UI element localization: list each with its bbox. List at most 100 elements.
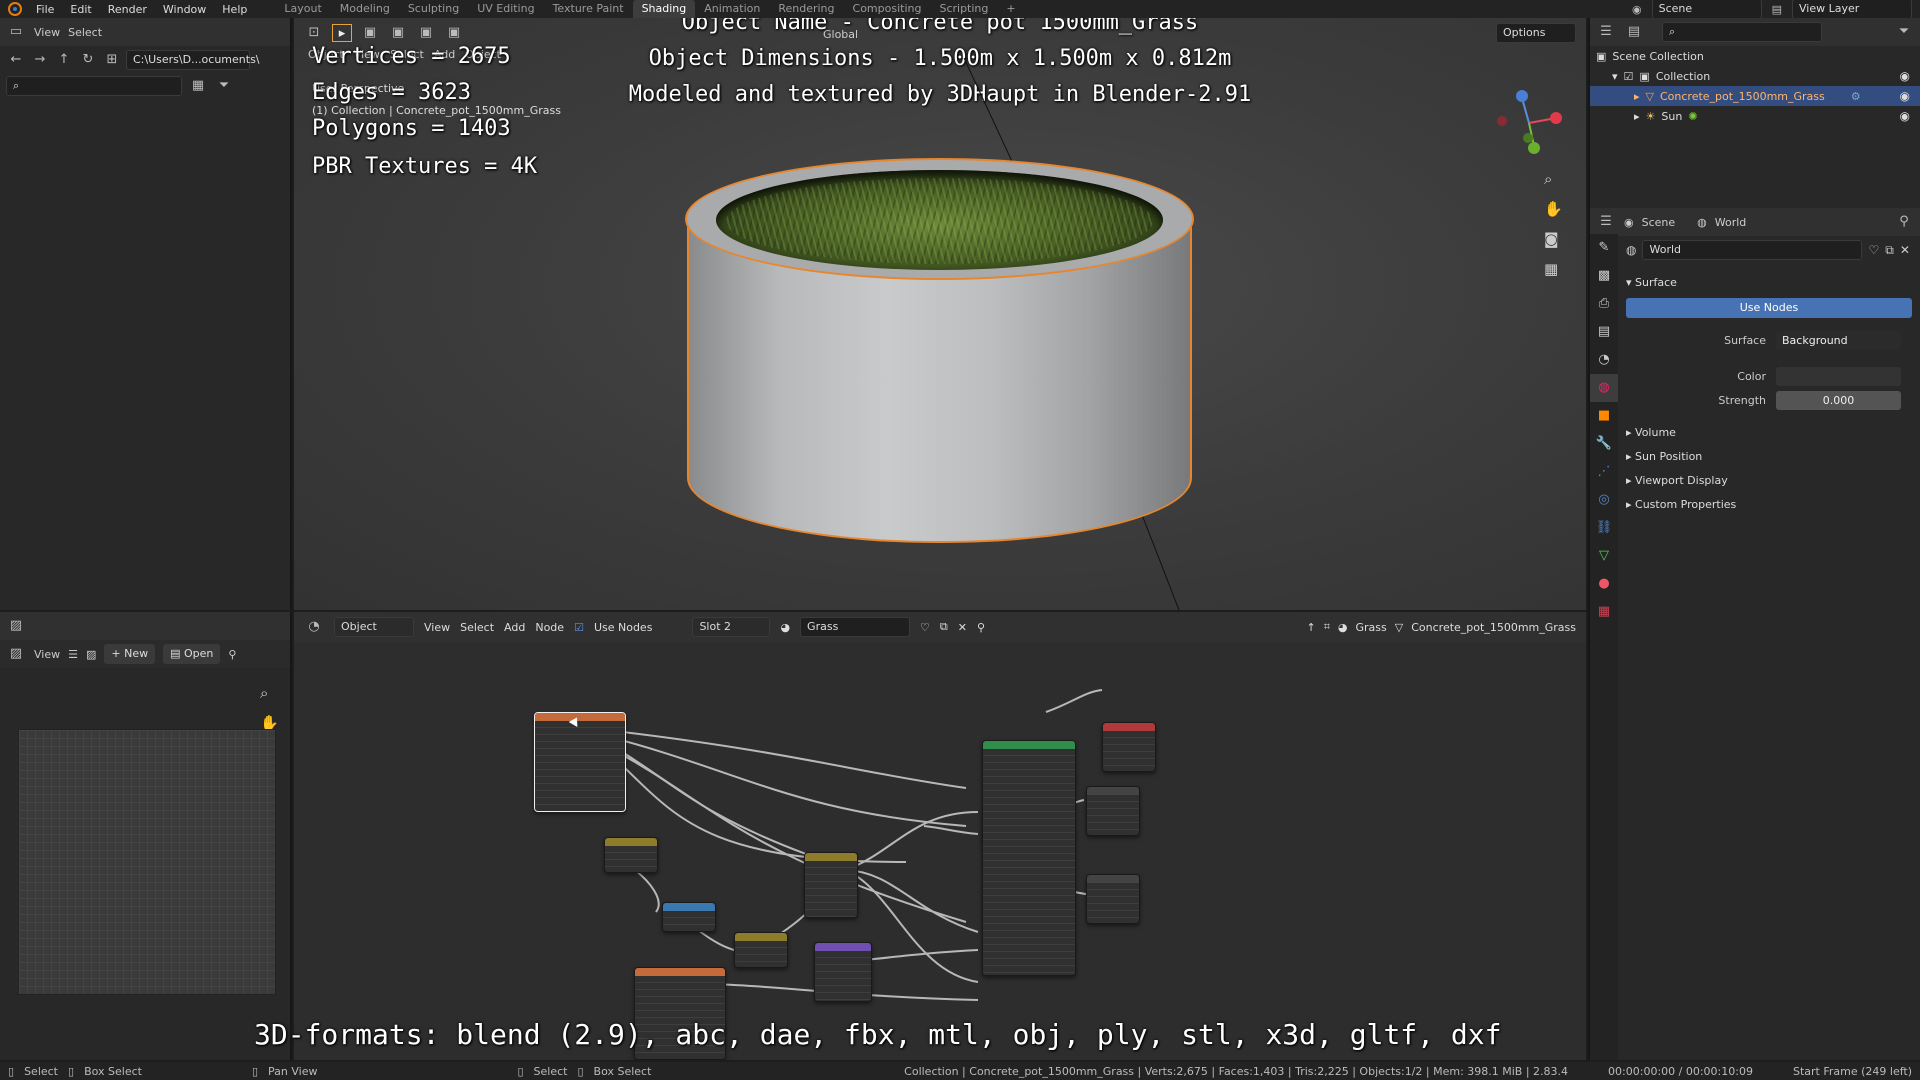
fake-user-icon[interactable]: ♡ xyxy=(1868,243,1879,257)
material-output-node-2[interactable] xyxy=(1086,786,1140,836)
tab-animation[interactable]: Animation xyxy=(695,0,769,18)
new-image-button[interactable]: + New xyxy=(104,644,156,664)
scene-tab-icon[interactable]: ◔ xyxy=(1590,346,1618,374)
tab-shading[interactable]: Shading xyxy=(632,0,696,18)
viewport-display-panel-header[interactable]: ▸ Viewport Display xyxy=(1626,468,1918,492)
outliner-row-sun[interactable]: ▸ ☀ Sun ✺ ◉ xyxy=(1590,106,1920,126)
editor-type-icon[interactable]: ☰ xyxy=(1596,213,1616,231)
visibility-eye-icon[interactable]: ◉ xyxy=(1900,109,1910,123)
add-workspace-icon[interactable]: + xyxy=(997,0,1024,18)
filter-icon[interactable]: ⏷ xyxy=(1894,23,1914,41)
image-canvas[interactable] xyxy=(18,729,276,995)
open-image-button[interactable]: ▤ Open xyxy=(163,644,221,664)
tab-rendering[interactable]: Rendering xyxy=(769,0,843,18)
image-mode-icon[interactable]: ▨ xyxy=(6,645,26,663)
mix-rgb-node[interactable] xyxy=(804,852,858,918)
strength-field[interactable]: 0.000 xyxy=(1776,390,1901,410)
tab-texture-paint[interactable]: Texture Paint xyxy=(544,0,633,18)
menu-window[interactable]: Window xyxy=(155,3,214,16)
view-layer-icon[interactable]: ▤ xyxy=(1772,3,1782,16)
material-tab-icon[interactable]: ● xyxy=(1590,570,1618,598)
expand-arrow-icon[interactable]: ▸ xyxy=(1634,110,1640,123)
menu-file[interactable]: File xyxy=(28,3,62,16)
outliner-row-scene-collection[interactable]: ▣ Scene Collection xyxy=(1590,46,1920,66)
back-arrow-icon[interactable]: ← xyxy=(6,51,26,69)
tab-compositing[interactable]: Compositing xyxy=(844,0,931,18)
material-output-node-3[interactable] xyxy=(1086,874,1140,924)
surface-shader-field[interactable]: Background xyxy=(1776,330,1901,350)
duplicate-icon[interactable]: ⧉ xyxy=(1885,243,1894,258)
outliner-row-pot[interactable]: ▸ ▽ Concrete_pot_1500mm_Grass ⚙ ◉ xyxy=(1590,86,1920,106)
display-mode-icon[interactable]: ▦ xyxy=(188,77,208,95)
outliner-row-collection[interactable]: ▾ ☑ ▣ Collection ◉ xyxy=(1590,66,1920,86)
new-folder-icon[interactable]: ⊞ xyxy=(102,51,122,69)
filebrowser-menu-view[interactable]: View xyxy=(34,26,60,39)
menu-help[interactable]: Help xyxy=(214,3,255,16)
breadcrumb-scene[interactable]: Scene xyxy=(1642,216,1676,229)
filter-icon[interactable]: ⏷ xyxy=(214,77,234,95)
expand-arrow-icon[interactable]: ▸ xyxy=(1634,90,1640,103)
particles-tab-icon[interactable]: ⋰ xyxy=(1590,458,1618,486)
gamma-node[interactable] xyxy=(734,932,788,968)
parent-directory-icon[interactable]: ↑ xyxy=(54,51,74,69)
constraints-tab-icon[interactable]: ⛓ xyxy=(1590,514,1618,542)
color-ramp-node[interactable] xyxy=(604,837,658,873)
scene-selector[interactable]: Scene xyxy=(1651,0,1762,19)
image-texture-node-grass[interactable] xyxy=(534,712,626,812)
pin-icon[interactable]: ⚲ xyxy=(1894,213,1914,231)
physics-tab-icon[interactable]: ◎ xyxy=(1590,486,1618,514)
pan-hand-icon[interactable]: ✋ xyxy=(1544,200,1563,218)
image-browse-icon[interactable]: ▨ xyxy=(86,648,96,661)
editor-type-icon[interactable]: ☰ xyxy=(1596,23,1616,41)
checkbox-icon[interactable]: ☑ xyxy=(1624,70,1634,83)
tool-tab-icon[interactable]: ✎ xyxy=(1590,234,1618,262)
scene-icon[interactable]: ◉ xyxy=(1632,3,1642,16)
shader-node-editor[interactable]: ◔ Object View Select Add Node ☑ Use Node… xyxy=(294,612,1586,1060)
normal-map-node[interactable] xyxy=(814,942,872,1002)
path-field[interactable]: C:\Users\D...ocuments\ xyxy=(126,50,260,70)
grid-perspective-icon[interactable]: ▦ xyxy=(1544,260,1563,278)
tab-uv-editing[interactable]: UV Editing xyxy=(468,0,543,18)
material-output-node-main[interactable] xyxy=(1102,722,1156,772)
blender-logo-icon[interactable] xyxy=(8,2,22,16)
zoom-icon[interactable]: ⌕ xyxy=(1544,170,1563,188)
image-menu-view[interactable]: View xyxy=(34,648,60,661)
view-layer-selector[interactable]: View Layer xyxy=(1792,0,1912,19)
world-name-field[interactable]: World xyxy=(1642,240,1863,260)
render-tab-icon[interactable]: ▩ xyxy=(1590,262,1618,290)
filebrowser-menu-select[interactable]: Select xyxy=(68,26,102,39)
tab-scripting[interactable]: Scripting xyxy=(930,0,997,18)
visibility-eye-icon[interactable]: ◉ xyxy=(1900,69,1910,83)
view-layer-tab-icon[interactable]: ▤ xyxy=(1590,318,1618,346)
data-tab-icon[interactable]: ▽ xyxy=(1590,542,1618,570)
custom-properties-panel-header[interactable]: ▸ Custom Properties xyxy=(1626,492,1918,516)
camera-icon[interactable]: ◙ xyxy=(1544,230,1563,248)
principled-bsdf-node[interactable] xyxy=(982,740,1076,976)
world-datablock-icon[interactable]: ◍ xyxy=(1626,243,1636,257)
outliner-search-input[interactable]: ⌕ xyxy=(1662,22,1822,42)
modifier-tab-icon[interactable]: 🔧 xyxy=(1590,430,1618,458)
separate-rgb-node[interactable] xyxy=(662,902,716,932)
menu-edit[interactable]: Edit xyxy=(62,3,99,16)
breadcrumb-world[interactable]: World xyxy=(1715,216,1747,229)
output-tab-icon[interactable]: ⎙ xyxy=(1590,290,1618,318)
navigation-gizmo[interactable] xyxy=(1494,88,1564,158)
zoom-icon[interactable]: ⌕ xyxy=(260,684,279,702)
refresh-icon[interactable]: ↻ xyxy=(78,51,98,69)
editor-type-icon[interactable]: ▭ xyxy=(6,23,26,41)
menu-render[interactable]: Render xyxy=(100,3,155,16)
world-tab-icon[interactable]: ◍ xyxy=(1590,374,1618,402)
hamburger-menu-icon[interactable]: ☰ xyxy=(68,648,78,661)
use-nodes-button[interactable]: Use Nodes xyxy=(1626,298,1912,318)
tab-modeling[interactable]: Modeling xyxy=(331,0,399,18)
editor-type-icon[interactable]: ▨ xyxy=(6,617,26,635)
texture-tab-icon[interactable]: ▦ xyxy=(1590,598,1618,626)
object-tab-icon[interactable]: ■ xyxy=(1590,402,1618,430)
unlink-icon[interactable]: ✕ xyxy=(1900,243,1910,257)
sun-position-panel-header[interactable]: ▸ Sun Position xyxy=(1626,444,1918,468)
tab-sculpting[interactable]: Sculpting xyxy=(399,0,468,18)
expand-arrow-icon[interactable]: ▾ xyxy=(1612,70,1618,83)
volume-panel-header[interactable]: ▸ Volume xyxy=(1626,420,1918,444)
color-swatch[interactable] xyxy=(1776,366,1901,386)
display-mode-icon[interactable]: ▤ xyxy=(1624,23,1644,41)
